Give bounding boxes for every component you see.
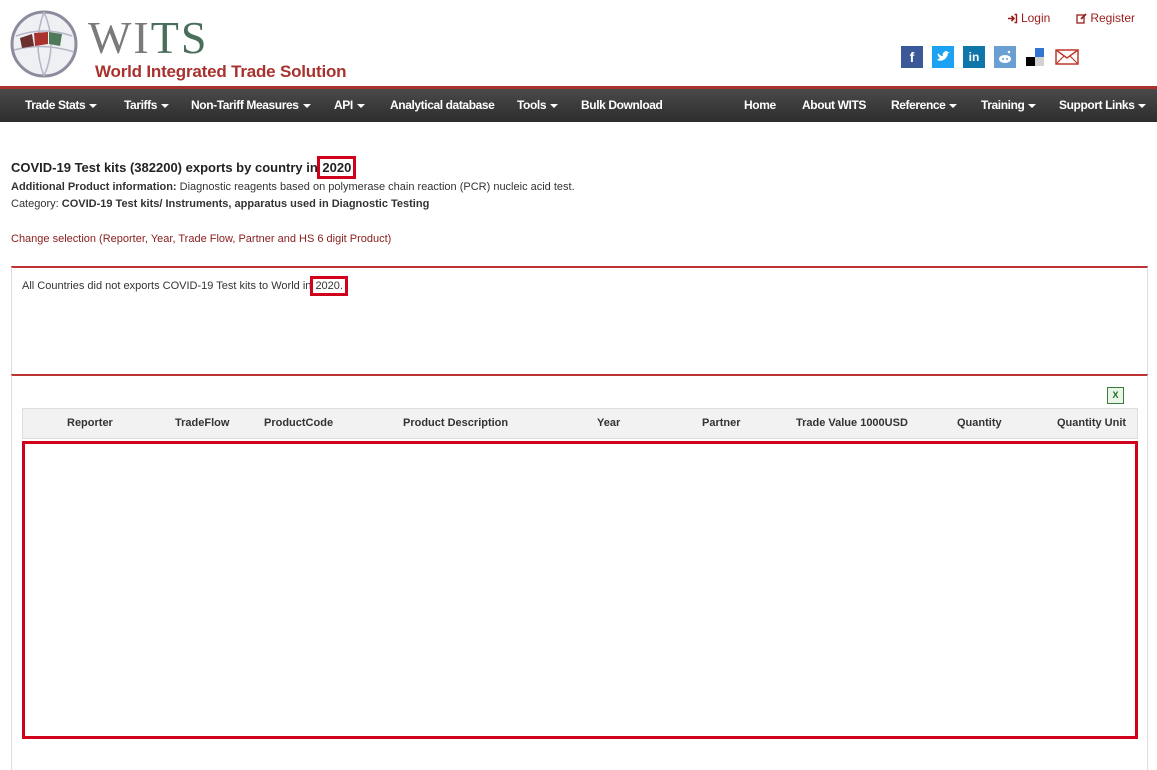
register-label: Register — [1090, 11, 1135, 25]
nav-label: Bulk Download — [581, 98, 663, 112]
col-trade-value[interactable]: Trade Value 1000USD — [796, 409, 908, 438]
col-productcode[interactable]: ProductCode — [264, 409, 333, 438]
col-quantity-unit[interactable]: Quantity Unit — [1057, 409, 1126, 438]
nav-label: Home — [744, 98, 776, 112]
additional-product-info: Additional Product information: Diagnost… — [11, 181, 575, 193]
site-header: WITS World Integrated Trade Solution Log… — [0, 0, 1157, 86]
nav-tools[interactable]: Tools — [517, 89, 559, 122]
caret-down-icon — [949, 103, 958, 108]
caret-down-icon — [1028, 103, 1037, 108]
nav-api[interactable]: API — [334, 89, 365, 122]
social-share-bar: f in — [901, 46, 1080, 68]
main-navbar: Trade Stats Tariffs Non-Tariff Measures … — [0, 89, 1157, 122]
nav-label: About WITS — [802, 98, 866, 112]
product-category: Category: COVID-19 Test kits/ Instrument… — [11, 198, 429, 210]
caret-down-icon — [160, 103, 169, 108]
nav-bulk-download[interactable]: Bulk Download — [581, 89, 663, 122]
message-year-highlight: 2020. — [310, 276, 348, 296]
summary-message-text: All Countries did not exports COVID-19 T… — [22, 280, 315, 292]
register-link[interactable]: Register — [1076, 11, 1135, 25]
category-value: COVID-19 Test kits/ Instruments, apparat… — [61, 198, 430, 210]
nav-non-tariff-measures[interactable]: Non-Tariff Measures — [191, 89, 311, 122]
nav-about-wits[interactable]: About WITS — [802, 89, 866, 122]
nav-label: Tariffs — [124, 98, 157, 112]
caret-down-icon — [550, 103, 559, 108]
caret-down-icon — [1138, 103, 1147, 108]
reddit-icon[interactable] — [994, 46, 1016, 68]
nav-label: Trade Stats — [25, 98, 86, 112]
data-table-panel: X Reporter TradeFlow ProductCode Product… — [11, 374, 1148, 770]
nav-analytical-database[interactable]: Analytical database — [390, 89, 495, 122]
nav-label: Reference — [891, 98, 946, 112]
nav-label: Tools — [517, 98, 547, 112]
logo-subtitle: World Integrated Trade Solution — [95, 62, 347, 81]
table-header: Reporter TradeFlow ProductCode Product D… — [22, 408, 1138, 439]
nav-label: API — [334, 98, 353, 112]
info-label: Additional Product information: — [11, 181, 177, 193]
info-text: Diagnostic reagents based on polymerase … — [176, 181, 575, 193]
globe-logo-icon[interactable] — [10, 10, 78, 78]
title-year-highlight: 2020 — [317, 156, 357, 179]
nav-support-links[interactable]: Support Links — [1059, 89, 1147, 122]
category-label: Category: — [11, 198, 62, 210]
nav-training[interactable]: Training — [981, 89, 1037, 122]
delicious-icon[interactable] — [1025, 47, 1045, 67]
page-title-text: COVID-19 Test kits (382200) exports by c… — [11, 160, 322, 175]
nav-home[interactable]: Home — [744, 89, 776, 122]
edit-icon — [1076, 12, 1087, 24]
summary-message: All Countries did not exports COVID-19 T… — [22, 276, 348, 296]
caret-down-icon — [302, 103, 311, 108]
col-tradeflow[interactable]: TradeFlow — [175, 409, 229, 438]
excel-export-icon[interactable]: X — [1107, 387, 1124, 404]
col-product-description[interactable]: Product Description — [403, 409, 508, 438]
nav-trade-stats[interactable]: Trade Stats — [25, 89, 98, 122]
login-label: Login — [1020, 11, 1051, 25]
col-partner[interactable]: Partner — [702, 409, 741, 438]
nav-label: Support Links — [1059, 98, 1135, 112]
col-quantity[interactable]: Quantity — [957, 409, 1002, 438]
logo-text-part1: WI — [88, 12, 151, 63]
facebook-icon[interactable]: f — [901, 46, 923, 68]
wits-logo-text[interactable]: WITS — [88, 14, 208, 62]
nav-label: Non-Tariff Measures — [191, 98, 299, 112]
nav-tariffs[interactable]: Tariffs — [124, 89, 169, 122]
caret-down-icon — [89, 103, 98, 108]
col-reporter[interactable]: Reporter — [67, 409, 113, 438]
login-icon — [1007, 13, 1018, 23]
linkedin-icon[interactable]: in — [963, 46, 985, 68]
caret-down-icon — [356, 103, 365, 108]
empty-table-body-highlight — [22, 441, 1138, 739]
summary-panel: All Countries did not exports COVID-19 T… — [11, 266, 1148, 376]
nav-label: Analytical database — [390, 98, 495, 112]
nav-label: Training — [981, 98, 1025, 112]
email-icon[interactable] — [1054, 46, 1080, 68]
nav-reference[interactable]: Reference — [891, 89, 958, 122]
change-selection-link[interactable]: Change selection (Reporter, Year, Trade … — [11, 233, 391, 245]
logo-text-part2: TS — [150, 12, 209, 63]
login-link[interactable]: Login — [1007, 11, 1050, 25]
page-title: COVID-19 Test kits (382200) exports by c… — [11, 156, 357, 179]
col-year[interactable]: Year — [597, 409, 620, 438]
account-links: Login Register — [1007, 11, 1135, 25]
twitter-icon[interactable] — [932, 46, 954, 68]
